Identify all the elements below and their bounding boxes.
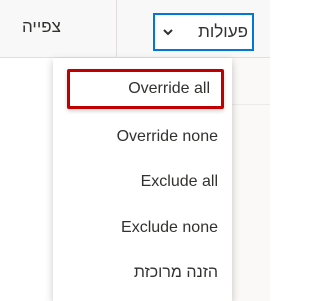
actions-button-label: פעולות <box>198 22 248 41</box>
menu-item-label: Exclude none <box>121 219 218 236</box>
menu-item-exclude-all[interactable]: Exclude all <box>53 162 232 202</box>
view-button-label: צפייה <box>22 17 61 36</box>
actions-dropdown-button[interactable]: פעולות <box>153 13 254 51</box>
menu-item-override-all[interactable]: Override all <box>67 69 224 109</box>
menu-item-label: Override all <box>128 80 210 97</box>
toolbar-divider <box>116 0 117 58</box>
page-background-strip <box>232 58 270 301</box>
menu-item-exclude-none[interactable]: Exclude none <box>53 208 232 248</box>
menu-item-override-none[interactable]: Override none <box>53 117 232 157</box>
command-bar: צפייה פעולות <box>0 0 270 58</box>
view-button[interactable]: צפייה <box>0 8 116 46</box>
menu-item-label: הזנה מרוכזת <box>133 264 218 281</box>
menu-item-bulk-entry[interactable]: הזנה מרוכזת <box>53 253 232 293</box>
actions-dropdown-menu: Override all Override none Exclude all E… <box>53 58 232 301</box>
chevron-down-icon <box>161 25 175 39</box>
menu-item-label: Override none <box>116 128 218 145</box>
menu-item-label: Exclude all <box>140 173 218 190</box>
page-divider-line <box>232 104 270 105</box>
